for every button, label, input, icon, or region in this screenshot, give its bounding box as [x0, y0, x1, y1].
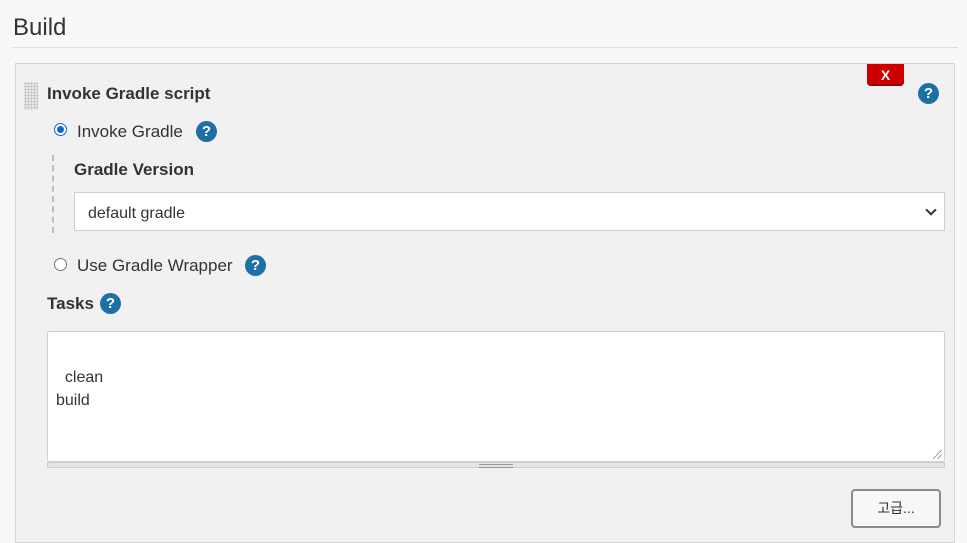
step-help-icon[interactable]: ?: [918, 83, 939, 104]
gradle-version-select[interactable]: default gradle: [74, 192, 945, 231]
delete-step-button[interactable]: X: [867, 64, 904, 86]
invoke-gradle-label[interactable]: Invoke Gradle: [77, 122, 183, 142]
advanced-button[interactable]: 고급...: [851, 489, 941, 528]
gradle-version-value: default gradle: [88, 205, 185, 222]
use-wrapper-label[interactable]: Use Gradle Wrapper: [77, 256, 233, 276]
gradle-version-label: Gradle Version: [74, 160, 194, 179]
drag-handle[interactable]: [24, 82, 38, 110]
chevron-down-icon: [925, 204, 937, 216]
tasks-textarea[interactable]: clean build: [47, 331, 945, 462]
tasks-help-icon[interactable]: ?: [100, 293, 121, 314]
invoke-gradle-help-icon[interactable]: ?: [196, 121, 217, 142]
resize-grip-icon[interactable]: [933, 450, 942, 459]
tasks-text: clean build: [56, 369, 104, 409]
invoke-gradle-radio[interactable]: [54, 123, 67, 136]
section-divider: [13, 47, 958, 48]
tasks-label: Tasks: [47, 294, 94, 313]
step-title: Invoke Gradle script: [47, 84, 211, 103]
use-wrapper-radio[interactable]: [54, 258, 67, 271]
section-title: Build: [13, 14, 67, 41]
nested-options-rule: [52, 155, 54, 233]
use-wrapper-help-icon[interactable]: ?: [245, 255, 266, 276]
textarea-resize-bar[interactable]: [47, 462, 945, 468]
